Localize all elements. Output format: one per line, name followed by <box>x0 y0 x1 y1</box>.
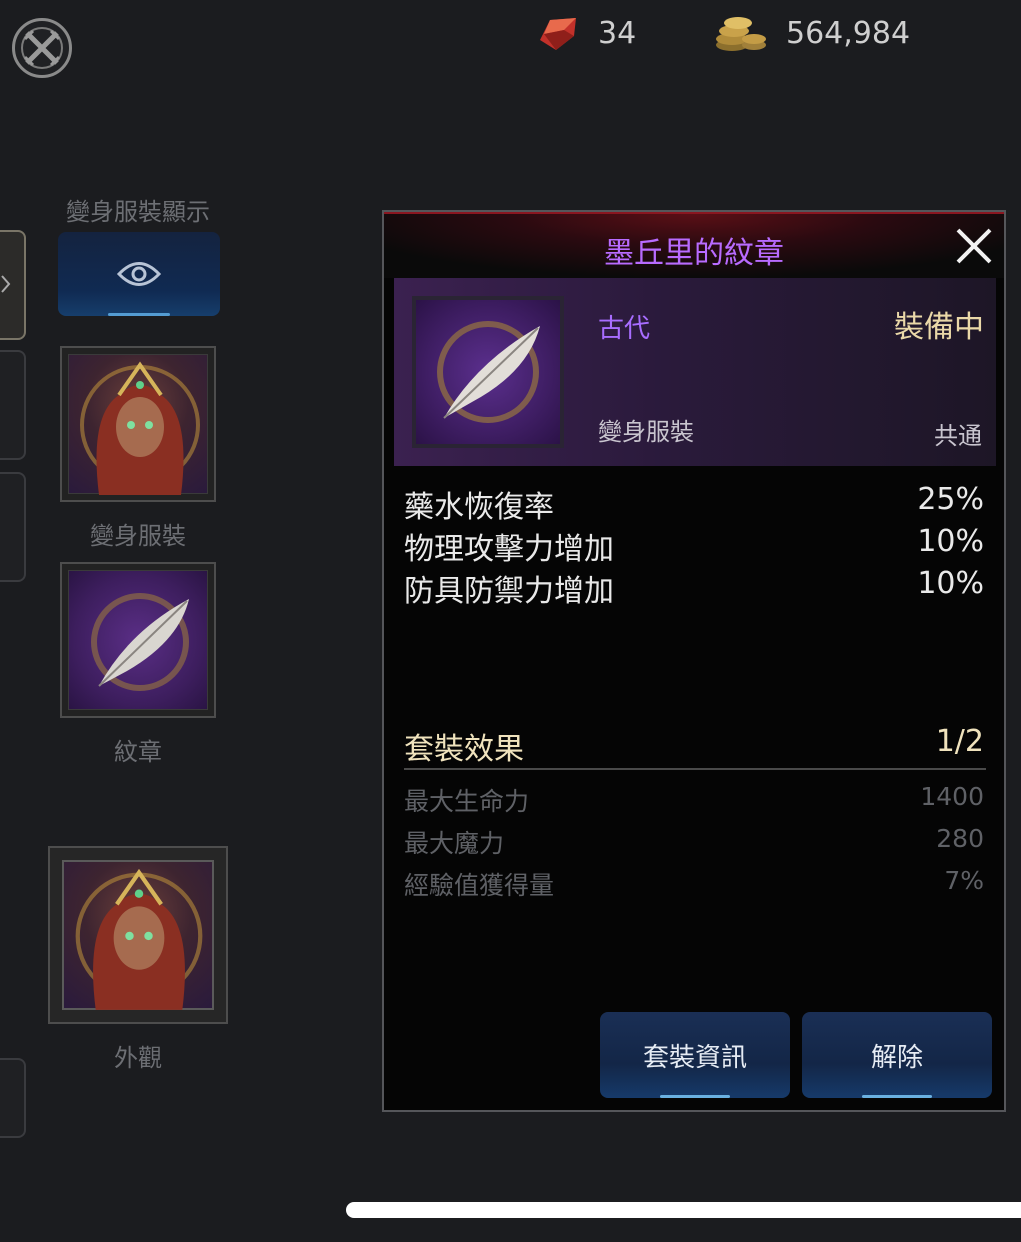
set-effect-value: 280 <box>936 824 984 853</box>
stat-row: 物理攻擊力增加 10% <box>404 524 984 568</box>
set-effect-name: 經驗值獲得量 <box>404 871 555 900</box>
costume-slot[interactable] <box>60 346 216 502</box>
set-effect-count: 1/2 <box>935 724 984 759</box>
costume-display-label: 變身服裝顯示 <box>66 198 210 226</box>
item-type: 變身服裝 <box>598 418 694 446</box>
stat-row: 防具防禦力增加 10% <box>404 566 984 610</box>
stat-name: 物理攻擊力增加 <box>404 532 614 567</box>
dialog-title-bar: 墨丘里的紋章 <box>384 212 1004 278</box>
eye-icon <box>117 262 161 286</box>
emblem-slot-label: 紋章 <box>114 738 162 766</box>
equipped-status: 裝備中 <box>894 310 984 345</box>
exit-button[interactable] <box>12 18 72 78</box>
stat-value: 10% <box>917 524 984 559</box>
set-info-button[interactable]: 套裝資訊 <box>600 1012 790 1098</box>
set-effect-value: 7% <box>944 866 984 895</box>
side-tab-1[interactable] <box>0 230 26 340</box>
emblem-slot[interactable] <box>60 562 216 718</box>
class-restriction: 共通 <box>934 422 982 450</box>
stat-value: 10% <box>917 566 984 601</box>
unequip-button[interactable]: 解除 <box>802 1012 992 1098</box>
item-header: 古代 裝備中 變身服裝 共通 <box>394 278 996 466</box>
toggle-costume-display-button[interactable] <box>58 232 220 316</box>
side-tab-2[interactable] <box>0 350 26 460</box>
set-effect-row: 經驗值獲得量 7% <box>404 866 984 902</box>
set-effect-row: 最大生命力 1400 <box>404 782 984 818</box>
feather-icon <box>437 321 540 423</box>
stat-name: 藥水恢復率 <box>404 490 554 525</box>
gem-resource: 34 <box>534 8 636 58</box>
chevron-right-icon <box>1 275 11 293</box>
set-effect-value: 1400 <box>920 782 984 811</box>
set-effect-title: 套裝效果 <box>404 732 524 767</box>
item-grade: 古代 <box>598 314 651 344</box>
stat-value: 25% <box>917 482 984 517</box>
emblem-item <box>68 570 208 710</box>
side-tab-4[interactable] <box>0 1058 26 1138</box>
gold-resource: 564,984 <box>712 8 910 58</box>
appearance-slot[interactable] <box>48 846 228 1024</box>
costume-slot-label: 變身服裝 <box>90 522 186 550</box>
gem-count: 34 <box>598 15 637 51</box>
stat-name: 防具防禦力增加 <box>404 574 614 609</box>
appearance-slot-label: 外觀 <box>114 1044 162 1072</box>
item-detail-dialog: 墨丘里的紋章 古代 裝備中 變身服裝 共通 藥水恢復率 25% 物理攻擊力增加 … <box>382 210 1006 1112</box>
side-tab-3[interactable] <box>0 472 26 582</box>
close-icon[interactable] <box>952 224 996 268</box>
emblem-item-icon <box>412 296 564 448</box>
set-effect-row: 最大魔力 280 <box>404 824 984 860</box>
set-effect-name: 最大魔力 <box>404 829 505 858</box>
character-portrait-icon <box>75 868 203 1010</box>
stat-row: 藥水恢復率 25% <box>404 482 984 526</box>
red-gem-icon <box>540 18 576 50</box>
home-indicator[interactable] <box>346 1202 1021 1218</box>
costume-portrait <box>68 354 208 495</box>
feather-icon <box>91 593 189 691</box>
gold-coins-icon <box>716 17 766 51</box>
set-effect-name: 最大生命力 <box>404 787 530 816</box>
gold-count: 564,984 <box>786 15 911 51</box>
item-name-title: 墨丘里的紋章 <box>604 236 784 271</box>
crossed-swords-icon <box>21 27 63 69</box>
character-portrait-icon <box>80 361 200 495</box>
divider <box>404 768 986 770</box>
appearance-portrait <box>62 860 214 1010</box>
